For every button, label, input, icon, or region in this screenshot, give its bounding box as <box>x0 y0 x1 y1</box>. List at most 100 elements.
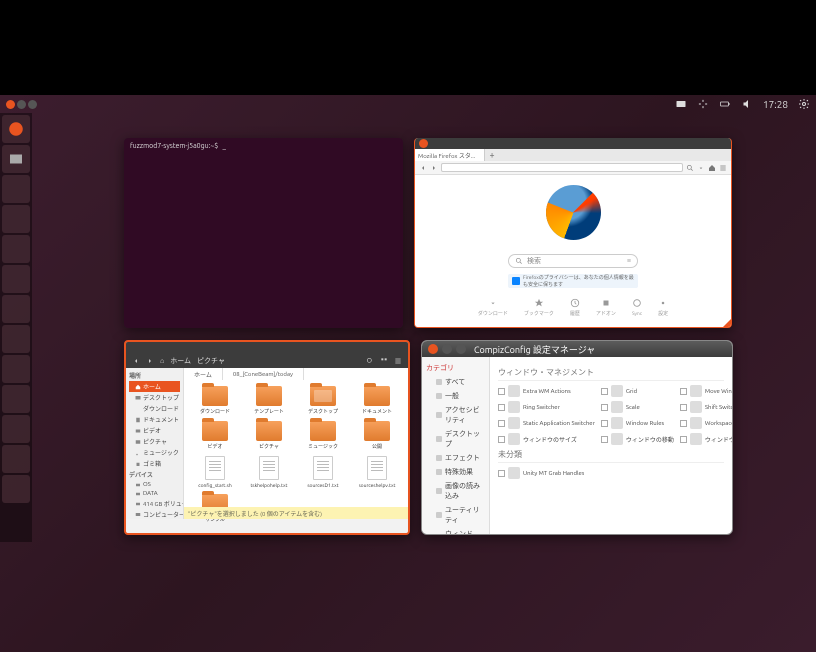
shortcut-sync[interactable]: Sync <box>632 298 642 317</box>
ccsm-window[interactable]: CompizConfig 設定マネージャ カテゴリ すべて一般アクセシビリティデ… <box>421 340 733 535</box>
shortcut-downloads[interactable]: ダウンロード <box>478 298 508 317</box>
terminal-content[interactable]: fuzzmod7-system-j5a0gu:~$ _ <box>124 138 403 328</box>
ccsm-plugin-item[interactable]: Ring Switcher <box>498 401 595 413</box>
home-icon[interactable] <box>708 164 716 172</box>
sidebar-item-computer[interactable]: コンピューター <box>129 509 180 519</box>
shortcut-settings[interactable]: 設定 <box>658 298 668 317</box>
minimize-button[interactable] <box>442 344 452 354</box>
file-item[interactable]: sourcesD1.txt <box>298 456 348 488</box>
sidebar-item-trash[interactable]: ゴミ箱 <box>129 458 180 469</box>
breadcrumb-home-icon[interactable]: ⌂ <box>160 357 164 365</box>
checkbox[interactable] <box>680 404 687 411</box>
file-item[interactable]: ドキュメント <box>352 386 402 415</box>
resize-handle[interactable] <box>723 319 731 327</box>
launcher-app-6[interactable] <box>2 325 30 353</box>
sidebar-item-videos[interactable]: ビデオ <box>129 425 180 436</box>
view-icon[interactable] <box>380 357 388 365</box>
file-item[interactable]: デスクトップ <box>298 386 348 415</box>
launcher-app-2[interactable] <box>2 205 30 233</box>
sidebar-item-desktop[interactable]: デスクトップ <box>129 392 180 403</box>
launcher-app-5[interactable] <box>2 295 30 323</box>
nautilus-titlebar[interactable] <box>126 342 408 354</box>
ccsm-plugin-item[interactable]: Static Application Switcher <box>498 417 595 429</box>
ccsm-plugin-item[interactable]: Shift Switcher <box>680 401 732 413</box>
forward-icon[interactable] <box>430 164 438 172</box>
ccsm-titlebar[interactable]: CompizConfig 設定マネージャ <box>422 341 732 357</box>
launcher-app-4[interactable] <box>2 265 30 293</box>
ccsm-category-item[interactable]: すべて <box>426 375 485 389</box>
file-item[interactable]: ピクチャ <box>244 421 294 450</box>
checkbox[interactable] <box>498 388 505 395</box>
ccsm-plugin-item[interactable]: ウィンドウの配置 <box>680 433 732 445</box>
file-item[interactable]: テンプレート <box>244 386 294 415</box>
download-icon[interactable] <box>697 164 705 172</box>
sidebar-item-os[interactable]: OS <box>129 480 180 489</box>
maximize-button[interactable] <box>456 344 466 354</box>
ccsm-plugin-item[interactable]: Move Window <box>680 385 732 397</box>
checkbox[interactable] <box>601 404 608 411</box>
file-item[interactable]: tskhelpohelp.txt <box>244 456 294 488</box>
firefox-titlebar[interactable] <box>415 138 731 149</box>
file-item[interactable]: 公開 <box>352 421 402 450</box>
sidebar-item-home[interactable]: ホーム <box>129 381 180 392</box>
launcher-app-7[interactable] <box>2 355 30 383</box>
file-item[interactable]: config_start.sh <box>190 456 240 488</box>
back-icon[interactable] <box>419 164 427 172</box>
checkbox[interactable] <box>498 436 505 443</box>
launcher-app-3[interactable] <box>2 235 30 263</box>
gear-icon[interactable] <box>798 98 810 110</box>
launcher-app-10[interactable] <box>2 445 30 473</box>
sidebar-item-volume[interactable]: 414 GB ボリューム <box>129 498 180 509</box>
url-input[interactable] <box>441 163 683 172</box>
shortcut-history[interactable]: 履歴 <box>570 298 580 317</box>
checkbox[interactable] <box>680 420 687 427</box>
firefox-promo-banner[interactable]: Firefoxのプライバシーは、あなたの個人情報を最も安全に保ちます <box>508 274 638 288</box>
file-item[interactable]: sourceshelpv.txt <box>352 456 402 488</box>
search-icon[interactable] <box>366 357 374 365</box>
forward-icon[interactable] <box>146 357 154 365</box>
ccsm-category-item[interactable]: 画像の読み込み <box>426 479 485 503</box>
nautilus-tab-other[interactable]: 08_[ConeBeam]/today <box>223 368 304 380</box>
checkbox[interactable] <box>680 436 687 443</box>
search-icon[interactable] <box>686 164 694 172</box>
file-item[interactable]: ダウンロード <box>190 386 240 415</box>
launcher-app-11[interactable] <box>2 475 30 503</box>
close-button[interactable] <box>419 139 428 148</box>
breadcrumb-current[interactable]: ピクチャ <box>197 356 225 366</box>
ccsm-plugin-item[interactable]: ウィンドウの移動 <box>601 433 674 445</box>
nautilus-window[interactable]: ⌂ ホーム ピクチャ 場所 ホーム デスクトップ ダウンロード ドキュメント ビ… <box>124 340 410 535</box>
breadcrumb-home[interactable]: ホーム <box>170 356 191 366</box>
ccsm-category-item[interactable]: アクセシビリティ <box>426 403 485 427</box>
sidebar-item-pictures[interactable]: ピクチャ <box>129 436 180 447</box>
launcher-app-8[interactable] <box>2 385 30 413</box>
ccsm-plugin-item[interactable]: Workspace Naming <box>680 417 732 429</box>
checkbox[interactable] <box>601 436 608 443</box>
shortcut-bookmarks[interactable]: ブックマーク <box>524 298 554 317</box>
ccsm-category-item[interactable]: ユーティリティ <box>426 503 485 527</box>
terminal-window[interactable]: fuzzmod7-system-j5a0gu:~$ _ <box>124 138 403 328</box>
ccsm-plugin-item[interactable]: Unity MT Grab Handles <box>498 467 584 479</box>
ccsm-category-item[interactable]: 特殊効果 <box>426 465 485 479</box>
checkbox[interactable] <box>498 404 505 411</box>
mail-icon[interactable] <box>675 98 687 110</box>
maximize-button[interactable] <box>28 100 37 109</box>
ccsm-plugin-item[interactable]: Grid <box>601 385 674 397</box>
shortcut-addons[interactable]: アドオン <box>596 298 616 317</box>
checkbox[interactable] <box>680 388 687 395</box>
ccsm-category-item[interactable]: デスクトップ <box>426 427 485 451</box>
volume-icon[interactable] <box>741 98 753 110</box>
ccsm-plugin-item[interactable]: Scale <box>601 401 674 413</box>
firefox-search-box[interactable]: 検索 ≡ <box>508 254 638 268</box>
ccsm-category-item[interactable]: エフェクト <box>426 451 485 465</box>
checkbox[interactable] <box>498 420 505 427</box>
sidebar-item-music[interactable]: ミュージック <box>129 447 180 458</box>
ccsm-category-item[interactable]: ウィンドウ・マネジメント <box>426 527 485 535</box>
ccsm-plugin-item[interactable]: ウィンドウのサイズ <box>498 433 595 445</box>
launcher-app-9[interactable] <box>2 415 30 443</box>
menu-icon[interactable] <box>394 357 402 365</box>
checkbox[interactable] <box>601 420 608 427</box>
clock[interactable]: 17:28 <box>763 99 788 110</box>
file-item[interactable]: ミュージック <box>298 421 348 450</box>
firefox-tab[interactable]: Mozilla Firefox スタ... <box>415 149 485 161</box>
new-tab-button[interactable]: + <box>485 149 499 161</box>
